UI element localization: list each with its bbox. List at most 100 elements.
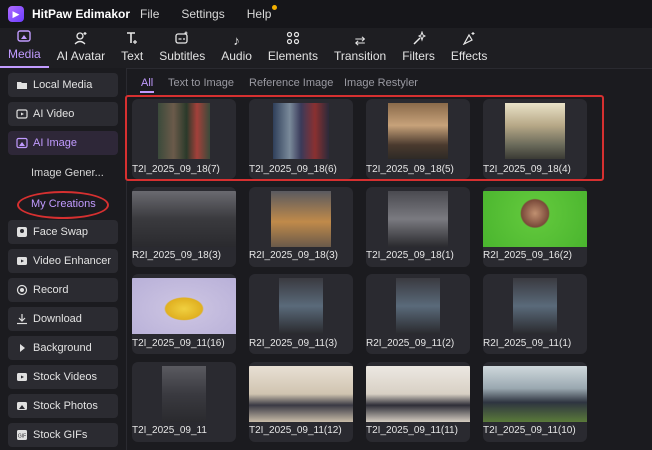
sidebar-item-background[interactable]: Background [8,336,118,360]
thumbnail [132,191,236,247]
tool-label: AI Avatar [56,49,106,63]
text-icon [125,31,139,48]
sidebar-item-label: AI Image [33,137,78,149]
media-icon [17,29,32,46]
download-icon [16,313,28,325]
thumbnail [396,278,440,334]
sidebar-item-video-enhancer[interactable]: Video Enhancer [8,249,118,273]
menu-file[interactable]: File [140,7,159,21]
media-card-caption: R2I_2025_09_16(2) [483,250,572,261]
grid-scrollbar[interactable] [646,96,652,450]
thumbnail [279,278,323,334]
tool-text[interactable]: Text [113,28,151,68]
sidebar-item-label: Stock Videos [33,371,98,383]
media-card-caption: T2I_2025_09_11(12) [249,425,342,436]
avatar-icon [74,31,88,48]
folder-icon [16,79,28,91]
sidebar-item-face-swap[interactable]: Face Swap [8,220,118,244]
sidebar-item-label: Record [33,284,69,296]
thumbnail [513,278,557,334]
thumbnail [162,366,206,422]
thumbnail [483,191,587,247]
background-icon [16,342,28,354]
tool-label: Effects [450,49,488,63]
tool-label: Filters [402,49,435,63]
sidebar-item-stock-videos[interactable]: Stock Videos [8,365,118,389]
tab-image-restyler[interactable]: Image Restyler [344,77,418,89]
sidebar-item-label: AI Video [33,108,75,120]
tool-transition[interactable]: ⇄ Transition [326,28,394,68]
record-icon [16,284,28,296]
image-icon [16,137,28,149]
media-card-caption: T2I_2025_09_11(16) [132,338,225,349]
sidebar-item-local-media[interactable]: Local Media [8,73,118,97]
sidebar-item-label: Local Media [33,79,93,91]
active-tab-indicator [140,91,154,93]
sidebar-item-stock-gifs[interactable]: GIF Stock GIFs [8,423,118,447]
app-logo-icon: ▶ [8,6,24,22]
menu-settings[interactable]: Settings [181,7,224,21]
sidebar-item-label: Background [33,342,92,354]
tool-label: Media [8,47,41,61]
tab-all[interactable]: All [141,77,153,89]
tool-label: Transition [333,49,387,63]
tool-elements[interactable]: Elements [260,28,326,68]
media-card-caption: T2I_2025_09_11(11) [366,425,458,436]
thumbnail [366,366,470,422]
elements-icon [286,31,300,48]
media-card-caption: R2I_2025_09_18(3) [132,250,221,261]
media-tabs: All Text to Image Reference Image Image … [127,68,652,96]
tool-ai-avatar[interactable]: AI Avatar [49,28,113,68]
sidebar-item-label: Video Enhancer [33,255,112,267]
svg-text:GIF: GIF [18,434,26,440]
video-icon [16,108,28,120]
sidebar-item-stock-photos[interactable]: Stock Photos [8,394,118,418]
sidebar-item-ai-image[interactable]: AI Image [8,131,118,155]
sidebar-item-label: Face Swap [33,226,89,238]
menu-help[interactable]: Help [247,5,278,21]
tool-effects[interactable]: Effects [443,28,495,68]
tool-media[interactable]: Media [0,28,49,68]
sidebar-item-ai-video[interactable]: AI Video [8,102,118,126]
tab-reference-image[interactable]: Reference Image [249,77,333,89]
thumbnail [249,366,353,422]
media-card-caption: R2I_2025_09_11(3) [249,338,338,349]
sidebar-subitem-image-generator[interactable]: Image Gener... [31,167,104,179]
sidebar-item-label: Stock Photos [33,400,98,412]
subtitles-icon [175,31,189,48]
face-swap-icon [16,226,28,238]
effects-icon [462,31,476,48]
app-name: HitPaw Edimakor [32,7,131,21]
media-card-caption: T2I_2025_09_11(10) [483,425,576,436]
my-creations-highlight [17,191,109,219]
tool-label: Elements [267,49,318,63]
tab-text-to-image[interactable]: Text to Image [168,77,234,89]
tool-label: Subtitles [159,49,206,63]
thumbnail [271,191,331,247]
tool-label: Text [121,49,144,63]
stock-video-icon [16,371,28,383]
sidebar-item-record[interactable]: Record [8,278,118,302]
media-card-caption: R2I_2025_09_11(2) [366,338,455,349]
gif-icon: GIF [16,429,28,441]
media-card-caption: T2I_2025_09_11 [132,425,207,436]
thumbnail [483,366,587,422]
filters-icon [412,30,426,48]
thumbnail [132,278,236,334]
title-bar: ▶ HitPaw Edimakor File Settings Help [0,0,652,28]
thumbnail [388,191,448,247]
recent-creations-highlight [125,95,604,181]
main-toolbar: Media AI Avatar Text Subtitles ♪ Audio E… [0,28,652,69]
sidebar: Local Media AI Video AI Image Image Gene… [0,68,127,450]
media-card-caption: R2I_2025_09_18(3) [249,250,338,261]
media-card-caption: R2I_2025_09_11(1) [483,338,572,349]
stock-photo-icon [16,400,28,412]
tool-subtitles[interactable]: Subtitles [151,28,213,68]
sidebar-item-label: Download [33,313,82,325]
tool-audio[interactable]: ♪ Audio [213,28,260,68]
tool-filters[interactable]: Filters [394,28,443,68]
sidebar-item-download[interactable]: Download [8,307,118,331]
music-icon: ♪ [233,33,240,48]
sidebar-item-label: Stock GIFs [33,429,88,441]
transition-icon: ⇄ [354,33,366,48]
